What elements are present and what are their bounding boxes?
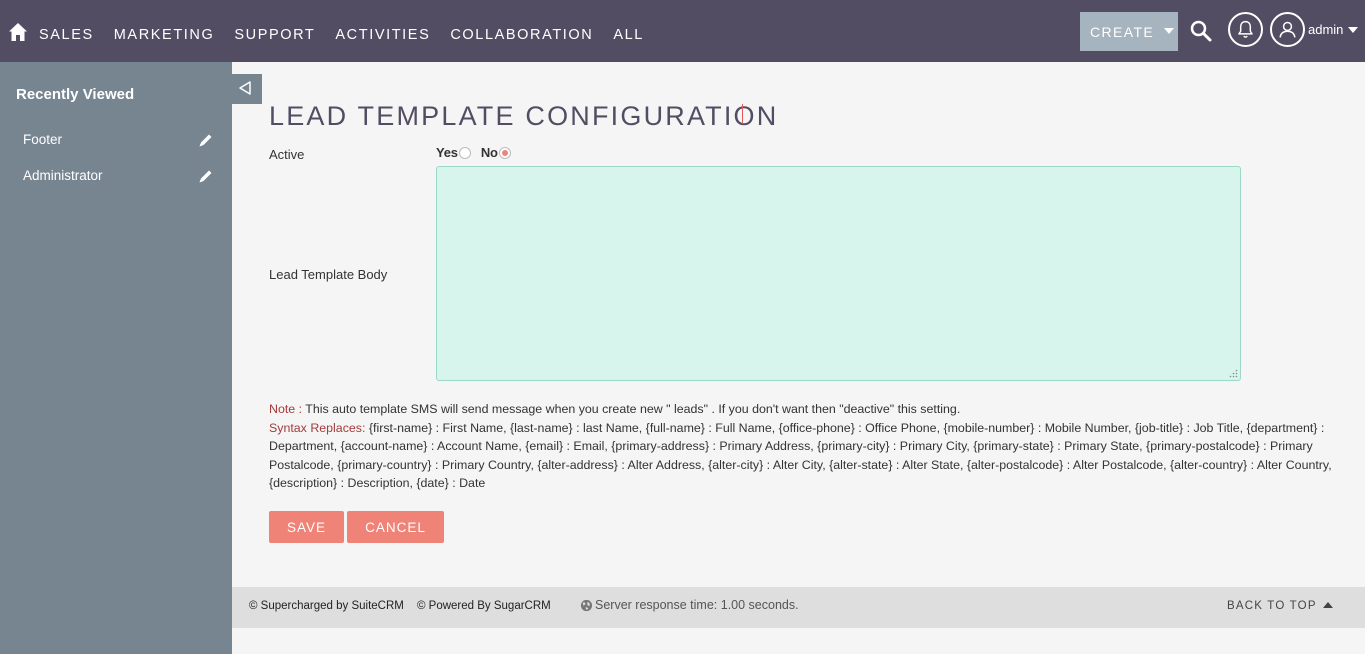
save-button[interactable]: SAVE <box>269 511 344 543</box>
pencil-icon[interactable] <box>198 168 214 184</box>
search-icon[interactable] <box>1189 19 1213 43</box>
arrow-up-icon <box>1322 601 1333 608</box>
page-title: LEAD TEMPLATE CONFIGURATION <box>269 101 779 131</box>
main-menu: SALES MARKETING SUPPORT ACTIVITIES COLLA… <box>39 0 664 62</box>
note-line: Note : This auto template SMS will send … <box>269 400 1339 419</box>
radio-no-label: No <box>480 145 498 160</box>
bell-icon <box>1238 20 1253 38</box>
top-navbar: SALES MARKETING SUPPORT ACTIVITIES COLLA… <box>0 0 1365 62</box>
user-avatar[interactable] <box>1270 12 1305 47</box>
active-label: Active <box>269 147 305 162</box>
recently-viewed-title: Recently Viewed <box>16 86 135 103</box>
sidebar: Recently Viewed Footer Administrator <box>0 62 232 654</box>
nav-sales[interactable]: SALES <box>39 19 94 43</box>
syntax-line: Syntax Replaces: {first-name} : First Na… <box>269 419 1339 493</box>
home-icon[interactable] <box>8 22 28 42</box>
create-label: CREATE <box>1090 23 1155 40</box>
user-name: admin <box>1308 22 1344 37</box>
text-cursor <box>742 104 743 124</box>
server-response-text: Server response time: 1.00 seconds. <box>595 598 799 612</box>
create-button[interactable]: CREATE <box>1080 12 1178 51</box>
chevron-down-icon <box>1164 27 1175 34</box>
radio-no[interactable] <box>498 146 511 159</box>
nav-support[interactable]: SUPPORT <box>234 19 315 43</box>
nav-marketing[interactable]: MARKETING <box>114 19 215 43</box>
help-notes: Note : This auto template SMS will send … <box>269 400 1339 493</box>
footer: © Supercharged by SuiteCRM © Powered By … <box>232 587 1365 628</box>
radio-yes-label: Yes <box>436 145 458 160</box>
radio-yes[interactable] <box>458 146 471 159</box>
recent-item-administrator[interactable]: Administrator <box>23 168 103 183</box>
back-to-top-link[interactable]: BACK TO TOP <box>1227 600 1333 612</box>
note-text: This auto template SMS will send message… <box>302 402 961 416</box>
pencil-icon[interactable] <box>198 132 214 148</box>
active-radio-group: Yes No <box>436 145 511 160</box>
syntax-text: {first-name} : First Name, {last-name} :… <box>269 420 1332 491</box>
triangle-left-icon <box>239 81 251 95</box>
note-label: Note : <box>269 402 303 416</box>
nav-activities[interactable]: ACTIVITIES <box>335 19 430 43</box>
cancel-button[interactable]: CANCEL <box>347 511 444 543</box>
user-menu[interactable]: admin <box>1308 22 1359 37</box>
server-response: Server response time: 1.00 seconds. <box>580 598 799 612</box>
nav-collaboration[interactable]: COLLABORATION <box>450 19 593 43</box>
syntax-label: Syntax Replaces: <box>269 420 366 435</box>
notifications-button[interactable] <box>1228 12 1263 47</box>
user-icon <box>1279 21 1296 38</box>
sidebar-collapse-button[interactable] <box>232 74 262 104</box>
back-to-top-label: BACK TO TOP <box>1227 600 1317 612</box>
template-body-label: Lead Template Body <box>269 267 388 282</box>
chevron-down-icon <box>1348 26 1359 33</box>
globe-icon <box>580 599 593 611</box>
template-body-textarea[interactable] <box>436 166 1241 381</box>
resize-grip-icon[interactable] <box>1229 369 1238 378</box>
nav-all[interactable]: ALL <box>613 19 644 43</box>
recent-item-footer[interactable]: Footer <box>23 132 62 147</box>
footer-suitecrm-link[interactable]: © Supercharged by SuiteCRM <box>249 600 404 612</box>
footer-sugarcrm-link[interactable]: © Powered By SugarCRM <box>417 600 551 612</box>
